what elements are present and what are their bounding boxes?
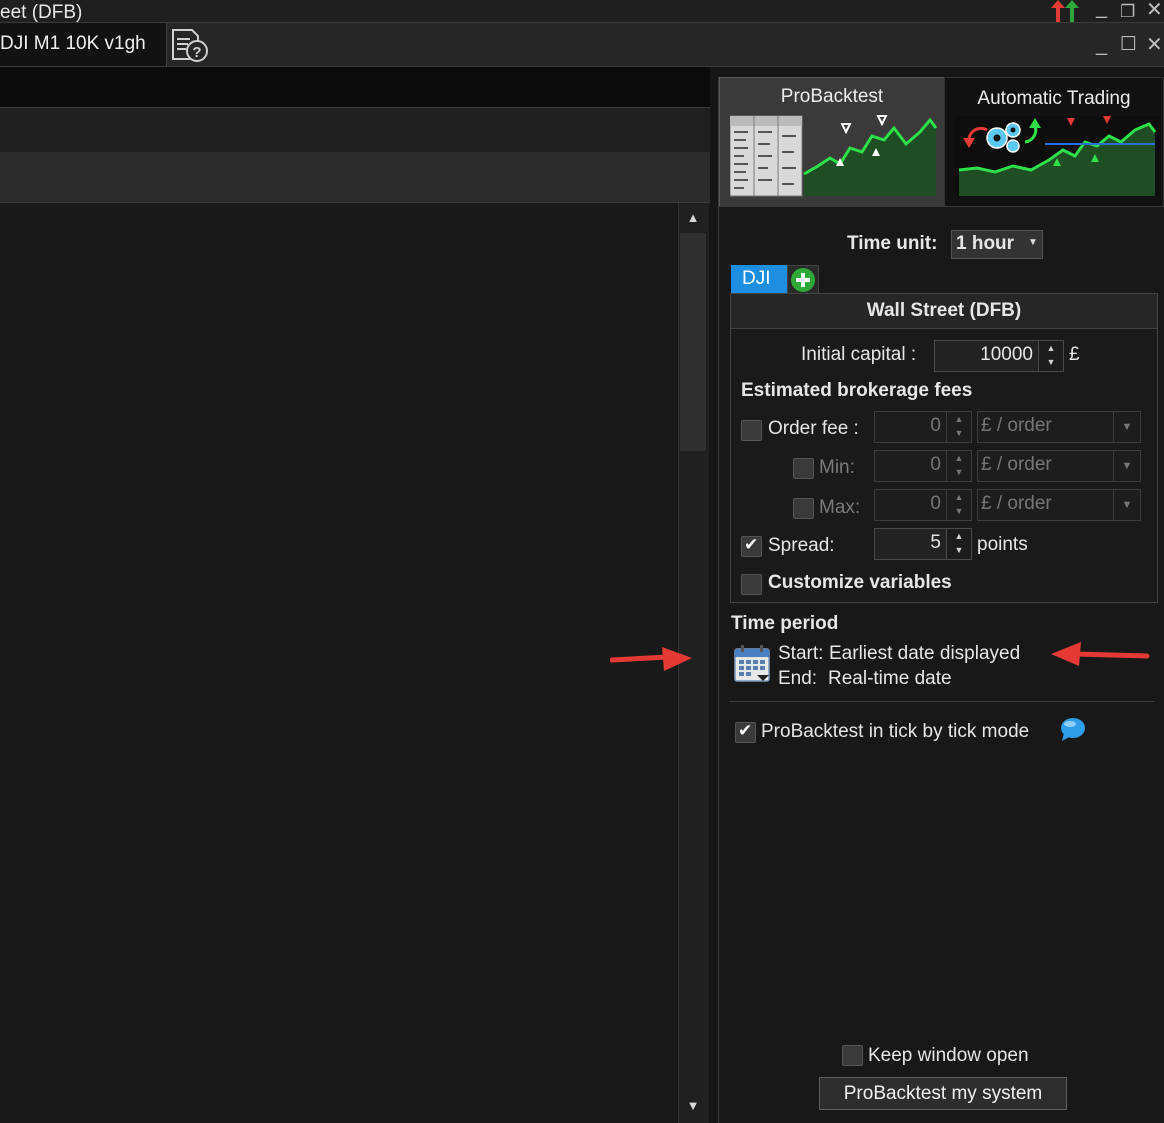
- min-fee-unit: £ / order: [981, 454, 1052, 475]
- max-fee-value: 0: [930, 493, 941, 514]
- instrument-header: Wall Street (DFB): [731, 294, 1157, 329]
- probacktest-button[interactable]: ProBacktest my system: [819, 1077, 1067, 1110]
- time-unit-dropdown[interactable]: 1 hour ▼: [951, 230, 1043, 259]
- automatic-trading-chart-icon: [955, 116, 1159, 196]
- tick-mode-checkbox[interactable]: [735, 721, 756, 743]
- tab-automatic-trading-label: Automatic Trading: [977, 88, 1131, 109]
- annotation-arrow-icon: [610, 647, 692, 671]
- backtest-panel: ProBacktest Automatic Trading Time unit:…: [718, 77, 1164, 1123]
- tick-mode-label: ProBacktest in tick by tick mode: [761, 721, 1030, 742]
- max-fee-unit-select[interactable]: £ / order ▼: [977, 489, 1141, 521]
- initial-capital-input[interactable]: 10000 ▲ ▼: [934, 340, 1064, 372]
- tab-strategy-label: DJI M1 10K v1gh: [0, 33, 146, 54]
- max-fee-label: Max:: [819, 497, 861, 518]
- spread-stepper[interactable]: ▲ ▼: [946, 529, 971, 559]
- end-label: End:: [778, 668, 818, 689]
- editor-close-icon[interactable]: ✕: [1146, 35, 1163, 55]
- max-fee-stepper[interactable]: ▲ ▼: [946, 490, 971, 520]
- max-fee-checkbox[interactable]: [793, 498, 814, 519]
- time-period-heading: Time period: [731, 613, 839, 634]
- calendar-icon[interactable]: [733, 643, 773, 685]
- max-fee-unit: £ / order: [981, 493, 1052, 514]
- end-value[interactable]: Real-time date: [828, 668, 952, 690]
- chevron-down-icon: ▼: [1028, 237, 1038, 248]
- spread-input[interactable]: 5 ▲ ▼: [874, 528, 972, 560]
- time-unit-label: Time unit:: [847, 233, 938, 254]
- spread-label: Spread:: [768, 535, 835, 556]
- editor-subheader-strip: [0, 152, 710, 203]
- start-value[interactable]: Earliest date displayed: [829, 643, 1020, 665]
- initial-capital-label: Initial capital :: [801, 344, 917, 365]
- order-fee-label: Order fee :: [768, 418, 859, 439]
- editor-header-strip: [0, 107, 710, 153]
- min-fee-unit-select[interactable]: £ / order ▼: [977, 450, 1141, 482]
- chevron-down-icon: ▼: [1113, 412, 1140, 442]
- probacktest-chart-icon: [730, 115, 938, 197]
- instrument-tab-dji[interactable]: DJI: [731, 265, 787, 293]
- initial-capital-value: 10000: [980, 344, 1033, 365]
- min-fee-label: Min:: [819, 457, 855, 478]
- add-icon: [791, 268, 815, 292]
- svg-text:?: ?: [192, 44, 201, 61]
- tab-automatic-trading[interactable]: Automatic Trading: [944, 77, 1164, 207]
- min-fee-input[interactable]: 0 ▲ ▼: [874, 450, 972, 482]
- chevron-down-icon: ▼: [1113, 490, 1140, 520]
- editor-minimize-icon[interactable]: _: [1096, 35, 1107, 55]
- max-fee-input[interactable]: 0 ▲ ▼: [874, 489, 972, 521]
- tab-probacktest-label: ProBacktest: [780, 86, 884, 107]
- window-title-bar: eet (DFB) _ ❐ ✕: [0, 0, 1164, 23]
- customize-variables-label: Customize variables: [768, 572, 952, 593]
- restore-icon[interactable]: ❐: [1120, 2, 1135, 22]
- spread-value: 5: [930, 532, 941, 553]
- add-instrument-button[interactable]: [787, 265, 819, 295]
- keep-window-open-checkbox[interactable]: [842, 1045, 863, 1066]
- fees-heading: Estimated brokerage fees: [741, 380, 973, 401]
- order-fee-checkbox[interactable]: [741, 420, 762, 441]
- spread-unit: points: [977, 534, 1028, 555]
- trading-arrows-icon: [1051, 0, 1079, 22]
- min-fee-stepper[interactable]: ▲ ▼: [946, 451, 971, 481]
- chat-bubble-icon[interactable]: [1060, 717, 1088, 743]
- scroll-up-icon[interactable]: ▲: [681, 206, 705, 230]
- editor-tab-bar: DJI M1 10K v1gh ? _ ☐ ✕: [0, 23, 1164, 67]
- order-fee-unit-select[interactable]: £ / order ▼: [977, 411, 1141, 443]
- tab-strategy[interactable]: DJI M1 10K v1gh: [0, 23, 167, 66]
- editor-maximize-icon[interactable]: ☐: [1120, 35, 1137, 55]
- order-fee-input[interactable]: 0 ▲ ▼: [874, 411, 972, 443]
- window-title: eet (DFB): [0, 2, 83, 23]
- close-icon[interactable]: ✕: [1146, 0, 1163, 20]
- time-unit-value: 1 hour: [956, 233, 1015, 254]
- customize-variables-checkbox[interactable]: [741, 574, 762, 595]
- settings-box: Wall Street (DFB) Initial capital : 1000…: [730, 293, 1158, 603]
- instrument-name: Wall Street (DFB): [866, 300, 1022, 321]
- currency-symbol: £: [1069, 344, 1080, 365]
- min-fee-checkbox[interactable]: [793, 458, 814, 479]
- order-fee-value: 0: [930, 415, 941, 436]
- minimize-icon[interactable]: _: [1096, 0, 1107, 18]
- spread-checkbox[interactable]: [741, 535, 762, 557]
- editor-toolbar-area: [0, 67, 710, 107]
- tab-probacktest[interactable]: ProBacktest: [719, 77, 945, 207]
- start-label: Start:: [778, 643, 824, 664]
- chevron-down-icon: ▼: [1113, 451, 1140, 481]
- min-fee-value: 0: [930, 454, 941, 475]
- instrument-tab-label: DJI: [742, 268, 771, 289]
- initial-capital-stepper[interactable]: ▲ ▼: [1038, 341, 1063, 371]
- scrollbar-thumb[interactable]: [680, 233, 706, 451]
- code-editor[interactable]: [0, 203, 677, 1123]
- order-fee-unit: £ / order: [981, 415, 1052, 436]
- help-document-icon[interactable]: ?: [170, 27, 210, 63]
- keep-window-open-label: Keep window open: [868, 1045, 1029, 1066]
- scroll-down-icon[interactable]: ▼: [681, 1094, 705, 1118]
- order-fee-stepper[interactable]: ▲ ▼: [946, 412, 971, 442]
- annotation-arrow-icon: [1051, 642, 1150, 666]
